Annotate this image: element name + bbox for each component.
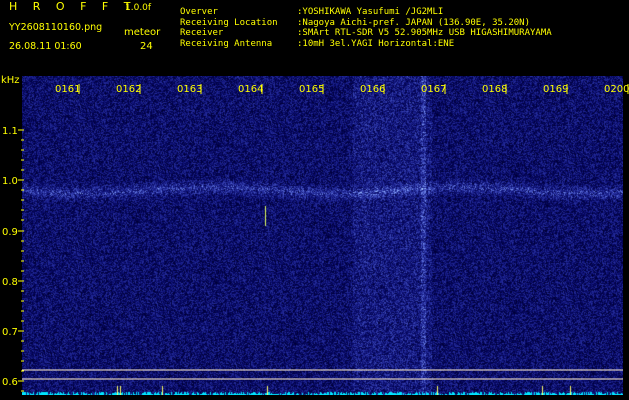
spectrogram-plot: [22, 76, 623, 395]
station-info-values: :YOSHIKAWA Yasufumi /JG2MLI :Nagoya Aich…: [297, 7, 552, 49]
freq-tick-label: 0.9: [2, 227, 18, 238]
app-version: 1.0.0f: [125, 3, 152, 13]
freq-tick-label: 1.0: [2, 176, 18, 187]
station-info-labels: Overver Receiving Location Receiver Rece…: [180, 7, 278, 49]
header-panel: H R O F F T 1.0.0f YY2608110160.png mete…: [0, 0, 629, 74]
freq-tick-label: 0.6: [2, 377, 18, 388]
freq-tick-label: 1.1: [2, 126, 18, 137]
freq-tick-label: 0.7: [2, 327, 18, 338]
spectrogram-canvas: [22, 76, 623, 395]
meteor-count: 24: [140, 41, 153, 52]
meteor-label: meteor: [124, 27, 161, 38]
image-filename: YY2608110160.png: [9, 22, 103, 33]
freq-unit-label: kHz: [1, 75, 20, 86]
freq-tick-label: 0.8: [2, 277, 18, 288]
freq-axis: 1.1 1.0 0.9 0.8 0.7 0.6: [2, 126, 24, 392]
timestamp: 26.08.11 01:60: [9, 41, 82, 52]
app-title: H R O F F T: [9, 0, 137, 13]
